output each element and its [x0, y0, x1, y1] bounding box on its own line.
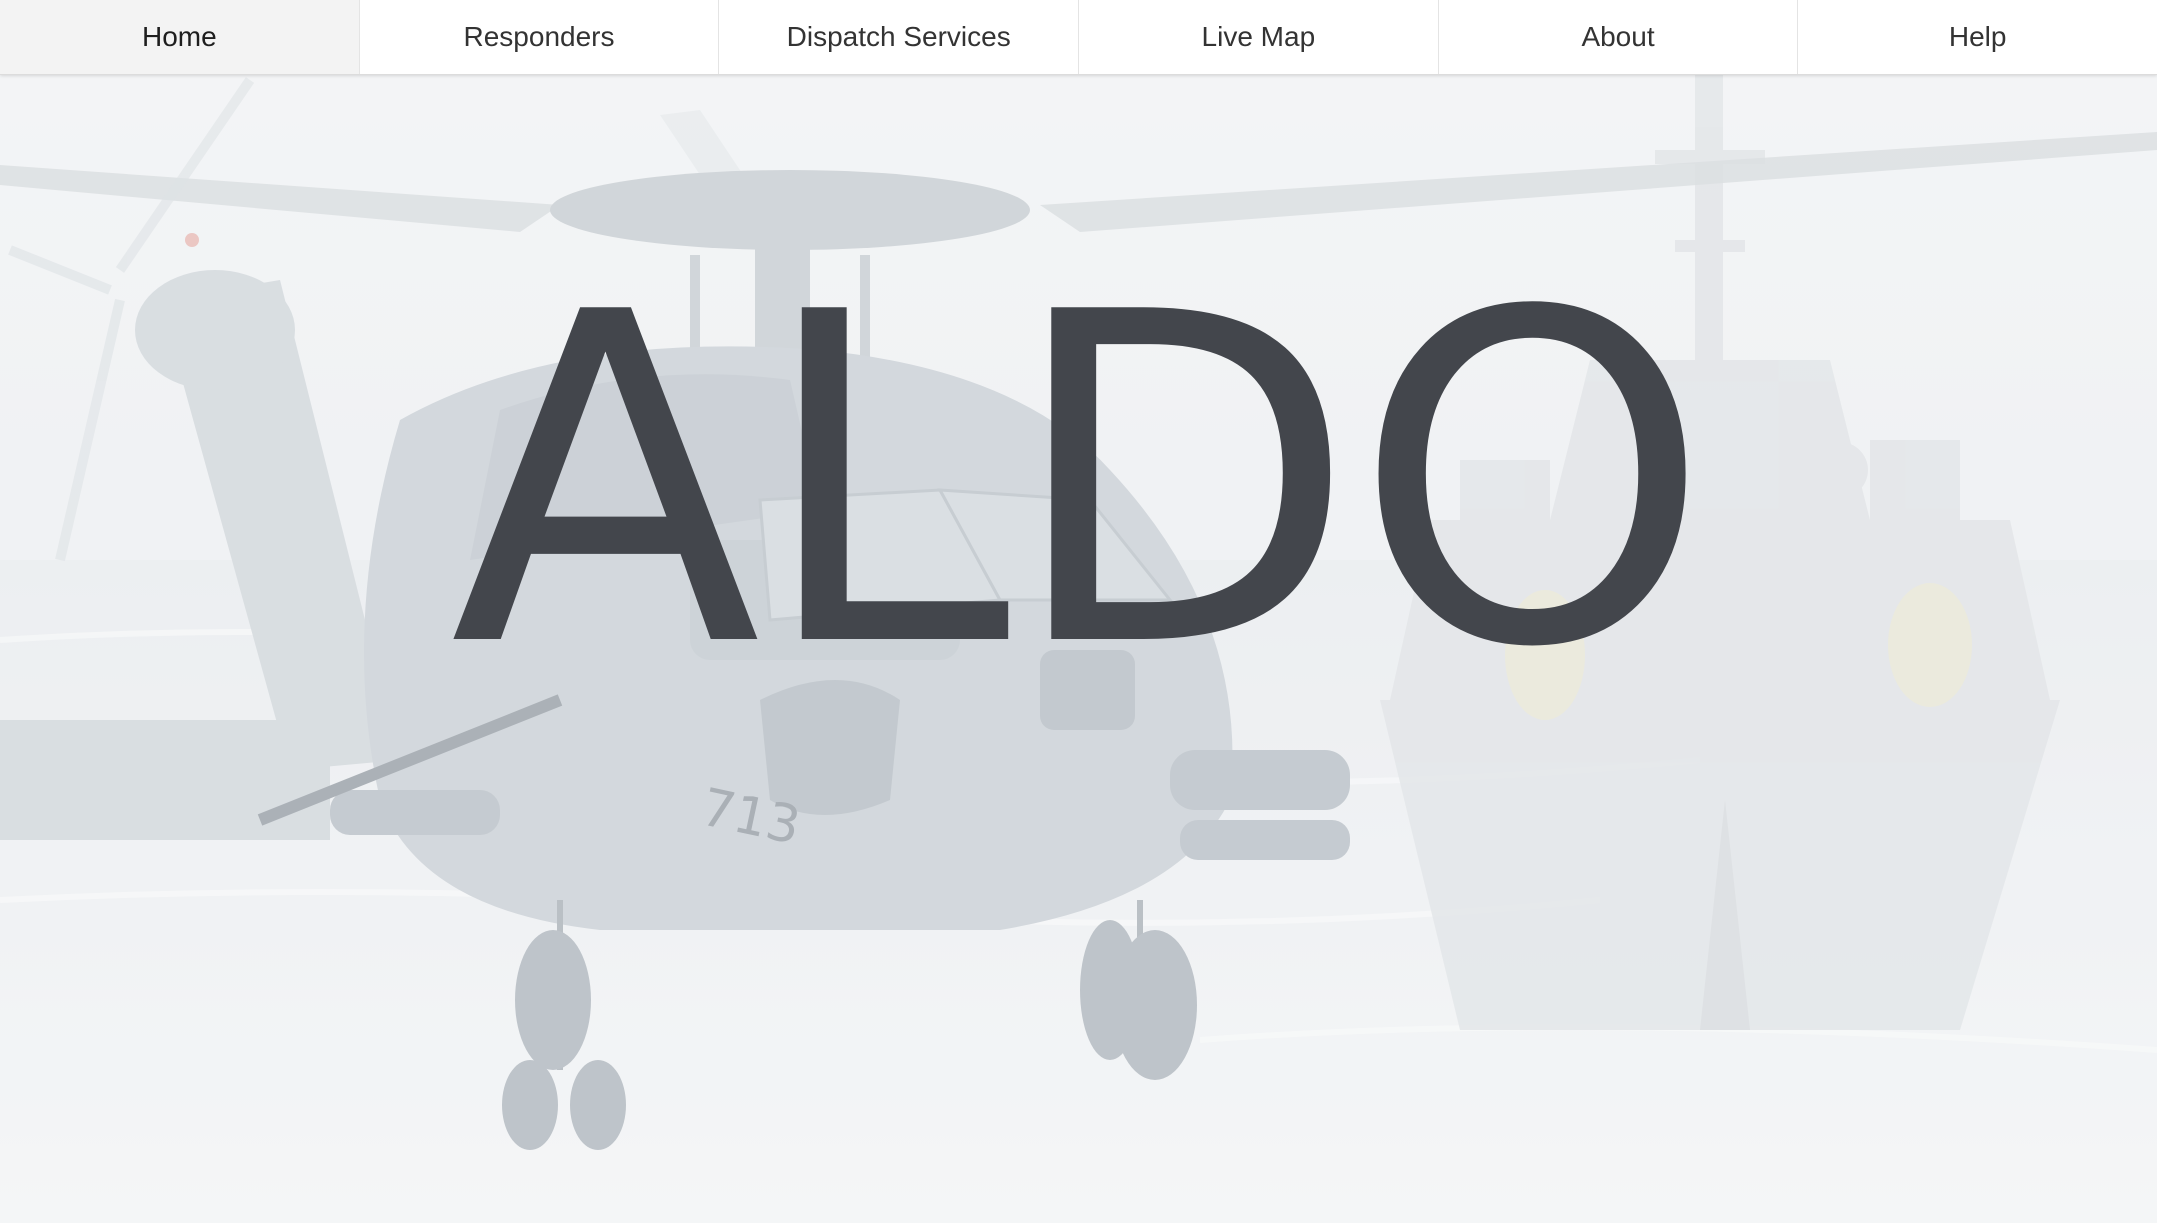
- nav-item-label: Dispatch Services: [786, 21, 1011, 52]
- page: 713 Home Responders Dispatch Services Li…: [0, 0, 2157, 1223]
- nav-item-label: Live Map: [1201, 21, 1316, 52]
- nav-item-label: Help: [1948, 21, 2007, 52]
- nav-item-home[interactable]: Home: [0, 0, 360, 74]
- hero-title: ALDO: [449, 218, 1711, 747]
- nav-item-responders[interactable]: Responders: [360, 0, 720, 74]
- nav-item-about[interactable]: About: [1439, 0, 1799, 74]
- nav-item-help[interactable]: Help: [1798, 0, 2157, 74]
- nav-item-dispatch-services[interactable]: Dispatch Services: [719, 0, 1080, 74]
- nav-item-label: Home: [141, 21, 217, 52]
- nav-item-label: Responders: [463, 21, 615, 52]
- main-navigation: Home Responders Dispatch Services Live M…: [0, 0, 2157, 75]
- nav-item-label: About: [1581, 21, 1655, 52]
- nav-item-live-map[interactable]: Live Map: [1079, 0, 1439, 74]
